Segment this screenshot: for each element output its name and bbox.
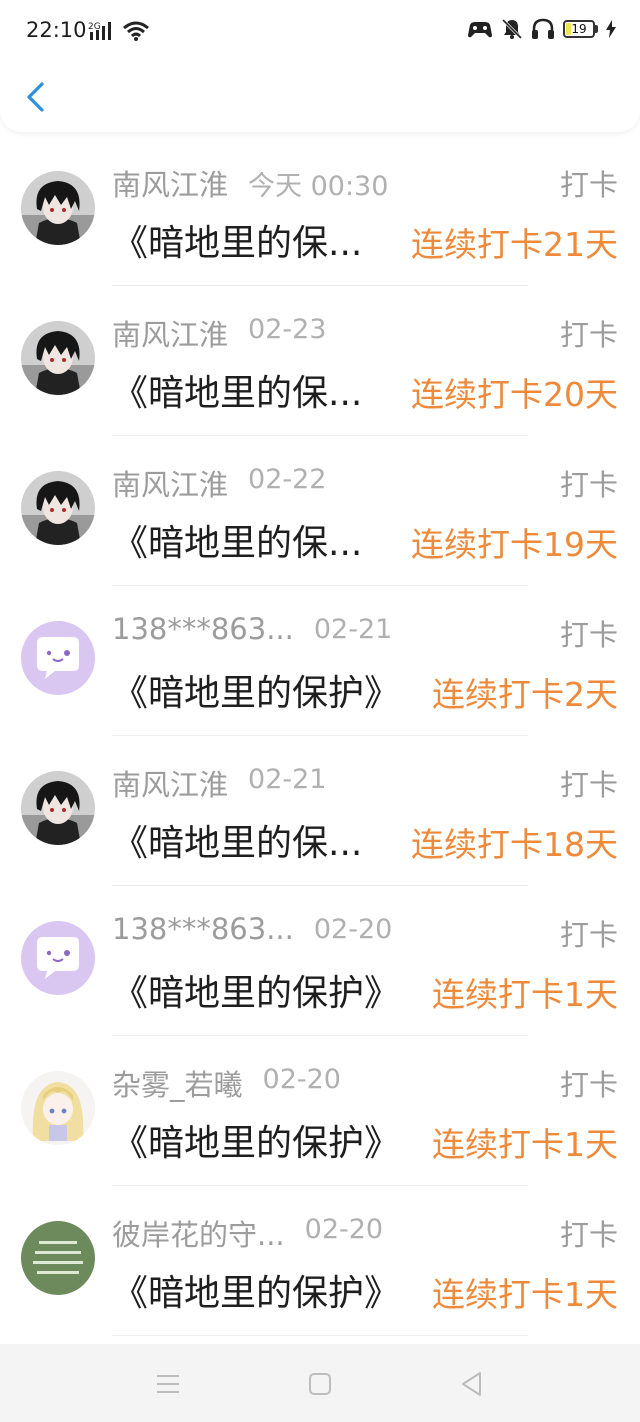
action-label: 打卡 [559, 468, 618, 502]
entry-date: 02-21 [313, 614, 393, 645]
user-name[interactable]: 138***863... [112, 612, 294, 646]
list-item[interactable]: 杂雾_若曦 02-20 打卡《暗地里的保护》 连续打卡1天 [0, 1036, 640, 1186]
book-title: 《暗地里的保护》 [112, 673, 401, 714]
user-name[interactable]: 南风江淮 [112, 462, 228, 504]
signal-icon: 2G [88, 22, 111, 40]
avatar[interactable] [21, 771, 95, 845]
avatar[interactable] [21, 471, 95, 545]
status-bar: 22:10 2G 19 [0, 0, 640, 62]
avatar[interactable] [21, 921, 95, 995]
charging-icon [606, 20, 616, 38]
mute-icon [501, 18, 523, 40]
streak-label: 连续打卡1天 [432, 1275, 618, 1314]
back-triangle-icon[interactable] [458, 1370, 486, 1398]
action-label: 打卡 [559, 168, 618, 202]
top-app-bar [0, 62, 640, 132]
streak-label: 连续打卡21天 [411, 225, 618, 264]
streak-label: 连续打卡1天 [432, 975, 618, 1014]
list-item[interactable]: 南风江淮 02-21 打卡《暗地里的保... 连续打卡18天 [0, 736, 640, 886]
home-square-icon[interactable] [306, 1370, 334, 1398]
battery-icon: 19 [563, 20, 598, 38]
entry-date: 今天 00:30 [248, 171, 389, 202]
battery-level: 19 [571, 22, 587, 36]
checkin-list: 南风江淮 今天 00:30 打卡 《暗地里的保... 连续打卡21天 南风江淮 02-23 打… [0, 136, 640, 1336]
user-name[interactable]: 南风江淮 [112, 162, 228, 204]
streak-label: 连续打卡20天 [411, 375, 618, 414]
user-name[interactable]: 南风江淮 [112, 312, 228, 354]
divider [112, 1335, 528, 1336]
list-item[interactable]: 彼岸花的守... 02-20 打卡《暗地里的保护》 连续打卡1天 [0, 1186, 640, 1336]
status-icons: 19 [467, 18, 616, 40]
action-label: 打卡 [559, 768, 618, 802]
streak-label: 连续打卡1天 [432, 1125, 618, 1164]
action-label: 打卡 [559, 918, 618, 952]
entry-date: 02-23 [248, 314, 327, 345]
entry-date: 02-20 [313, 914, 393, 945]
user-name[interactable]: 彼岸花的守... [112, 1212, 285, 1254]
book-title: 《暗地里的保护》 [112, 1273, 401, 1314]
avatar[interactable] [21, 1221, 95, 1295]
book-title: 《暗地里的保护》 [112, 973, 401, 1014]
list-item[interactable]: 138***863... 02-21 打卡《暗地里的保护》 连续打卡2天 [0, 586, 640, 736]
entry-date: 02-20 [262, 1064, 341, 1095]
action-label: 打卡 [559, 618, 618, 652]
list-item[interactable]: 南风江淮 02-23 打卡《暗地里的保... 连续打卡20天 [0, 286, 640, 436]
book-title: 《暗地里的保护》 [112, 1123, 401, 1164]
streak-label: 连续打卡18天 [411, 825, 618, 864]
status-time: 22:10 [26, 18, 87, 42]
avatar[interactable] [21, 621, 95, 695]
wifi-icon [123, 21, 149, 41]
avatar[interactable] [21, 1071, 95, 1145]
action-label: 打卡 [559, 318, 618, 352]
menu-icon[interactable] [154, 1370, 182, 1398]
streak-label: 连续打卡19天 [411, 525, 618, 564]
game-mode-icon [468, 22, 492, 38]
book-title: 《暗地里的保... [112, 523, 363, 564]
book-title: 《暗地里的保... [112, 823, 363, 864]
action-label: 打卡 [559, 1068, 618, 1102]
user-name[interactable]: 杂雾_若曦 [112, 1062, 243, 1104]
user-name[interactable]: 南风江淮 [112, 762, 228, 804]
entry-date: 02-20 [304, 1214, 384, 1245]
entry-date: 02-22 [248, 464, 327, 495]
list-item[interactable]: 138***863... 02-20 打卡《暗地里的保护》 连续打卡1天 [0, 886, 640, 1036]
list-item[interactable]: 南风江淮 02-22 打卡《暗地里的保... 连续打卡19天 [0, 436, 640, 586]
streak-label: 连续打卡2天 [432, 675, 618, 714]
list-item[interactable]: 南风江淮 今天 00:30 打卡《暗地里的保... 连续打卡21天 [0, 136, 640, 286]
user-name[interactable]: 138***863... [112, 912, 294, 946]
avatar[interactable] [21, 321, 95, 395]
entry-date: 02-21 [248, 764, 327, 795]
action-label: 打卡 [559, 1218, 618, 1252]
book-title: 《暗地里的保... [112, 373, 363, 414]
book-title: 《暗地里的保... [112, 223, 363, 264]
avatar[interactable] [21, 171, 95, 245]
system-nav-bar [0, 1344, 640, 1422]
chevron-left-icon[interactable] [22, 80, 50, 114]
headset-icon [532, 18, 554, 39]
